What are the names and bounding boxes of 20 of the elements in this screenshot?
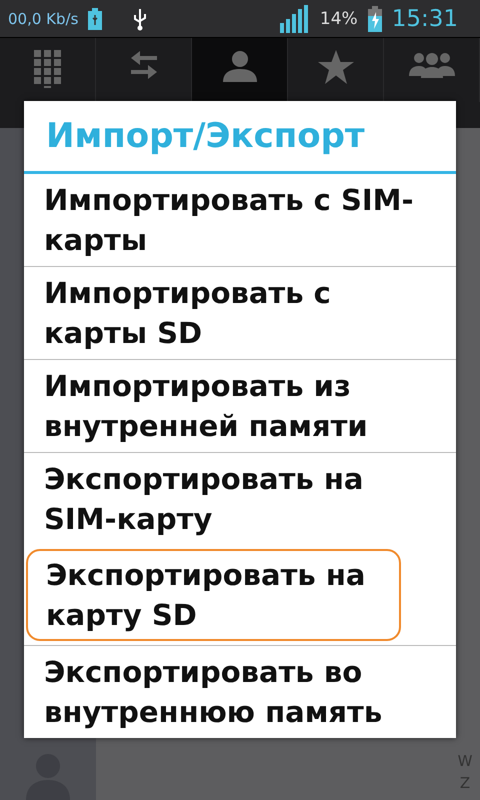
- menu-item[interactable]: Экспортировать на SIM-карту: [24, 452, 456, 545]
- star-icon: [318, 50, 354, 84]
- group-icon: [408, 50, 454, 78]
- menu-item[interactable]: Импортировать с карты SD: [24, 266, 456, 359]
- menu-item[interactable]: Экспортировать на карту SD: [26, 549, 401, 641]
- menu-item[interactable]: Экспортировать во внутреннюю память: [24, 645, 456, 738]
- menu-item[interactable]: Импортировать из внутренней памяти: [24, 359, 456, 452]
- charging-battery-icon: [368, 6, 382, 32]
- tab[interactable]: [192, 38, 288, 102]
- clock: 15:31: [392, 6, 458, 32]
- menu-item[interactable]: Импортировать с SIM-карты: [24, 174, 456, 266]
- person-icon: [222, 50, 256, 82]
- usb-battery-icon: [88, 8, 102, 30]
- signal-icon: [280, 4, 310, 32]
- battery-percent: 14%: [320, 8, 358, 28]
- usb-icon: [132, 6, 148, 30]
- swap-arrows-icon: [130, 50, 156, 80]
- network-speed: 00,0 Kb/s: [8, 10, 78, 28]
- dialog-title: Импорт/Экспорт: [24, 101, 456, 174]
- dialpad-icon: [34, 50, 62, 88]
